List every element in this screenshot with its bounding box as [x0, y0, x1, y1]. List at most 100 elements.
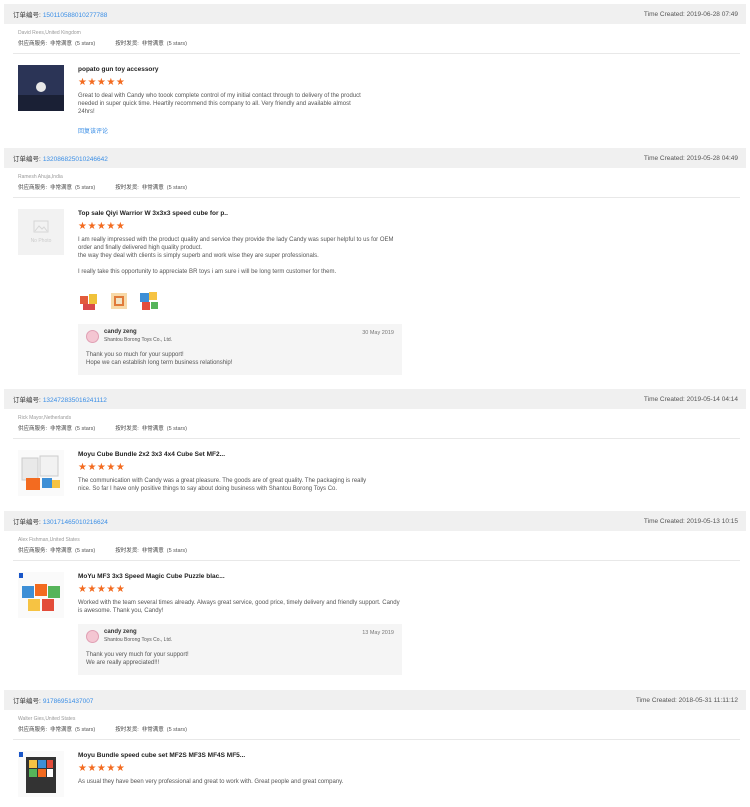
- seller-reply: candy zeng Shantou Borong Toys Co., Ltd.…: [78, 624, 402, 675]
- rating-stars-text: (5 stars): [166, 185, 187, 191]
- delivery-label: 按时发货:: [115, 548, 139, 554]
- time-value: 2019-05-28 04:49: [686, 154, 738, 162]
- product-title[interactable]: MoYu MF3 3x3 Speed Magic Cube Puzzle bla…: [78, 572, 402, 581]
- reply-author: candy zeng: [104, 629, 137, 635]
- rating-summary: 供应商服务: 非常满意 (5 stars) 按时发货: 非常满意 (5 stars): [18, 726, 746, 734]
- rating-value: 非常满意: [141, 548, 164, 554]
- seller-reply: candy zeng Shantou Borong Toys Co., Ltd.…: [78, 324, 402, 375]
- supplier-service-label: 供应商服务:: [18, 548, 48, 554]
- order-number-link[interactable]: 130171465010216624: [43, 519, 108, 526]
- review-text: The communication with Candy was a great…: [78, 478, 367, 492]
- rating-value: 非常满意: [141, 727, 164, 733]
- time-label: Time Created:: [635, 696, 677, 704]
- rating-stars-text: (5 stars): [166, 727, 187, 733]
- review-2: 订单编号: 132086825010246642 Time Created: 20…: [4, 148, 746, 375]
- reply-text-line: Thank you very much for your support!: [86, 652, 189, 658]
- delivery-label: 按时发货:: [115, 185, 139, 191]
- reply-author: candy zeng: [104, 329, 137, 335]
- rating-value: 非常满意: [141, 185, 164, 191]
- rating-value: 非常满意: [50, 41, 73, 47]
- flag-icon: [19, 573, 23, 578]
- reply-date: 30 May 2019: [362, 330, 394, 336]
- rating-stars-text: (5 stars): [75, 727, 96, 733]
- rating-stars-text: (5 stars): [75, 548, 96, 554]
- reply-text-line: Thank you so much for your support!: [86, 352, 184, 358]
- star-rating: ★★★★★: [78, 221, 126, 232]
- product-title[interactable]: Moyu Bundle speed cube set MF2S MF3S MF4…: [78, 751, 376, 760]
- rating-summary: 供应商服务: 非常满意 (5 stars) 按时发货: 非常满意 (5 stars): [18, 40, 746, 48]
- order-label: 订单编号:: [13, 397, 41, 404]
- avatar: [86, 329, 99, 343]
- product-title[interactable]: Moyu Cube Bundle 2x2 3x3 4x4 Cube Set MF…: [78, 450, 376, 459]
- review-photo[interactable]: [78, 290, 100, 312]
- time-label: Time Created:: [643, 154, 685, 162]
- order-number-link[interactable]: 91786951437007: [43, 698, 94, 705]
- delivery-label: 按时发货:: [115, 41, 139, 47]
- review-photo[interactable]: [108, 290, 130, 312]
- review-5: 订单编号: 91786951437007 Time Created: 2018-0…: [4, 690, 746, 797]
- buyer-name: Rick Mayor,Netherlands: [18, 415, 72, 421]
- supplier-service-label: 供应商服务:: [18, 41, 48, 47]
- flag-icon: [19, 752, 23, 757]
- reply-text-line: Hope we can establish long term business…: [86, 360, 233, 366]
- rating-summary: 供应商服务: 非常满意 (5 stars) 按时发货: 非常满意 (5 stars): [18, 425, 746, 433]
- time-value: 2019-05-13 10:15: [686, 517, 738, 525]
- review-text-line: I really take this opportunity to apprec…: [78, 269, 337, 275]
- supplier-service-label: 供应商服务:: [18, 426, 48, 432]
- product-title[interactable]: popato gun toy accessory: [78, 65, 366, 74]
- time-value: 2018-05-31 11:11:12: [678, 696, 738, 704]
- star-rating: ★★★★★: [78, 584, 126, 595]
- order-header: 订单编号: 130171465010216624 Time Created: 20…: [4, 511, 746, 531]
- order-number-link[interactable]: 132086825010246642: [43, 156, 108, 163]
- order-label: 订单编号:: [13, 156, 41, 163]
- rating-value: 非常满意: [50, 426, 73, 432]
- review-photo[interactable]: [138, 290, 160, 312]
- review-photos: [78, 290, 402, 312]
- product-thumbnail[interactable]: [18, 751, 64, 797]
- product-thumbnail[interactable]: [18, 572, 64, 618]
- supplier-service-label: 供应商服务:: [18, 185, 48, 191]
- no-photo-label: No Photo: [30, 238, 52, 244]
- review-text: As usual they have been very professiona…: [78, 779, 344, 785]
- time-label: Time Created:: [643, 517, 685, 525]
- star-rating: ★★★★★: [78, 77, 126, 88]
- order-label: 订单编号:: [13, 698, 41, 705]
- product-title[interactable]: Top sale Qiyi Warrior W 3x3x3 speed cube…: [78, 209, 402, 218]
- review-4: 订单编号: 130171465010216624 Time Created: 20…: [4, 511, 746, 675]
- rating-value: 非常满意: [50, 727, 73, 733]
- rating-stars-text: (5 stars): [166, 41, 187, 47]
- buyer-name: David Rees,United Kingdom: [18, 30, 81, 36]
- rating-stars-text: (5 stars): [166, 426, 187, 432]
- time-value: 2019-05-14 04:14: [686, 395, 738, 403]
- rating-value: 非常满意: [50, 185, 73, 191]
- review-1: 订单编号: 150110588010277788 Time Created: 20…: [4, 4, 746, 136]
- review-3: 订单编号: 132472835016241112 Time Created: 20…: [4, 389, 746, 496]
- rating-value: 非常满意: [141, 41, 164, 47]
- review-text: I am really impressed with the product q…: [78, 236, 402, 276]
- time-value: 2019-06-28 07:49: [686, 10, 738, 18]
- reply-link[interactable]: 回复该评论: [78, 128, 366, 136]
- order-header: 订单编号: 132086825010246642 Time Created: 20…: [4, 148, 746, 168]
- delivery-label: 按时发货:: [115, 727, 139, 733]
- product-image-icon: [18, 450, 64, 496]
- product-thumbnail[interactable]: [18, 65, 64, 111]
- rating-value: 非常满意: [50, 548, 73, 554]
- time-label: Time Created:: [643, 10, 685, 18]
- buyer-name: Walter Gies,United States: [18, 716, 76, 722]
- order-number-link[interactable]: 132472835016241112: [43, 397, 107, 404]
- no-photo-icon: [33, 220, 49, 233]
- review-text: Worked with the team several times alrea…: [78, 600, 400, 614]
- product-image-icon: [18, 751, 64, 797]
- order-header: 订单编号: 91786951437007 Time Created: 2018-0…: [4, 690, 746, 710]
- buyer-name: Alex Fishman,United States: [18, 537, 80, 543]
- order-number-link[interactable]: 150110588010277788: [43, 12, 108, 19]
- buyer-name: Ramesh Ahuja,India: [18, 174, 63, 180]
- order-header: 订单编号: 132472835016241112 Time Created: 20…: [4, 389, 746, 409]
- order-label: 订单编号:: [13, 12, 41, 19]
- product-thumbnail[interactable]: [18, 450, 64, 496]
- product-thumbnail[interactable]: No Photo: [18, 209, 64, 255]
- reply-company: Shantou Borong Toys Co., Ltd.: [104, 337, 173, 343]
- star-rating: ★★★★★: [78, 763, 126, 774]
- review-text-line: the way they deal with clients is simply…: [78, 253, 319, 259]
- supplier-service-label: 供应商服务:: [18, 727, 48, 733]
